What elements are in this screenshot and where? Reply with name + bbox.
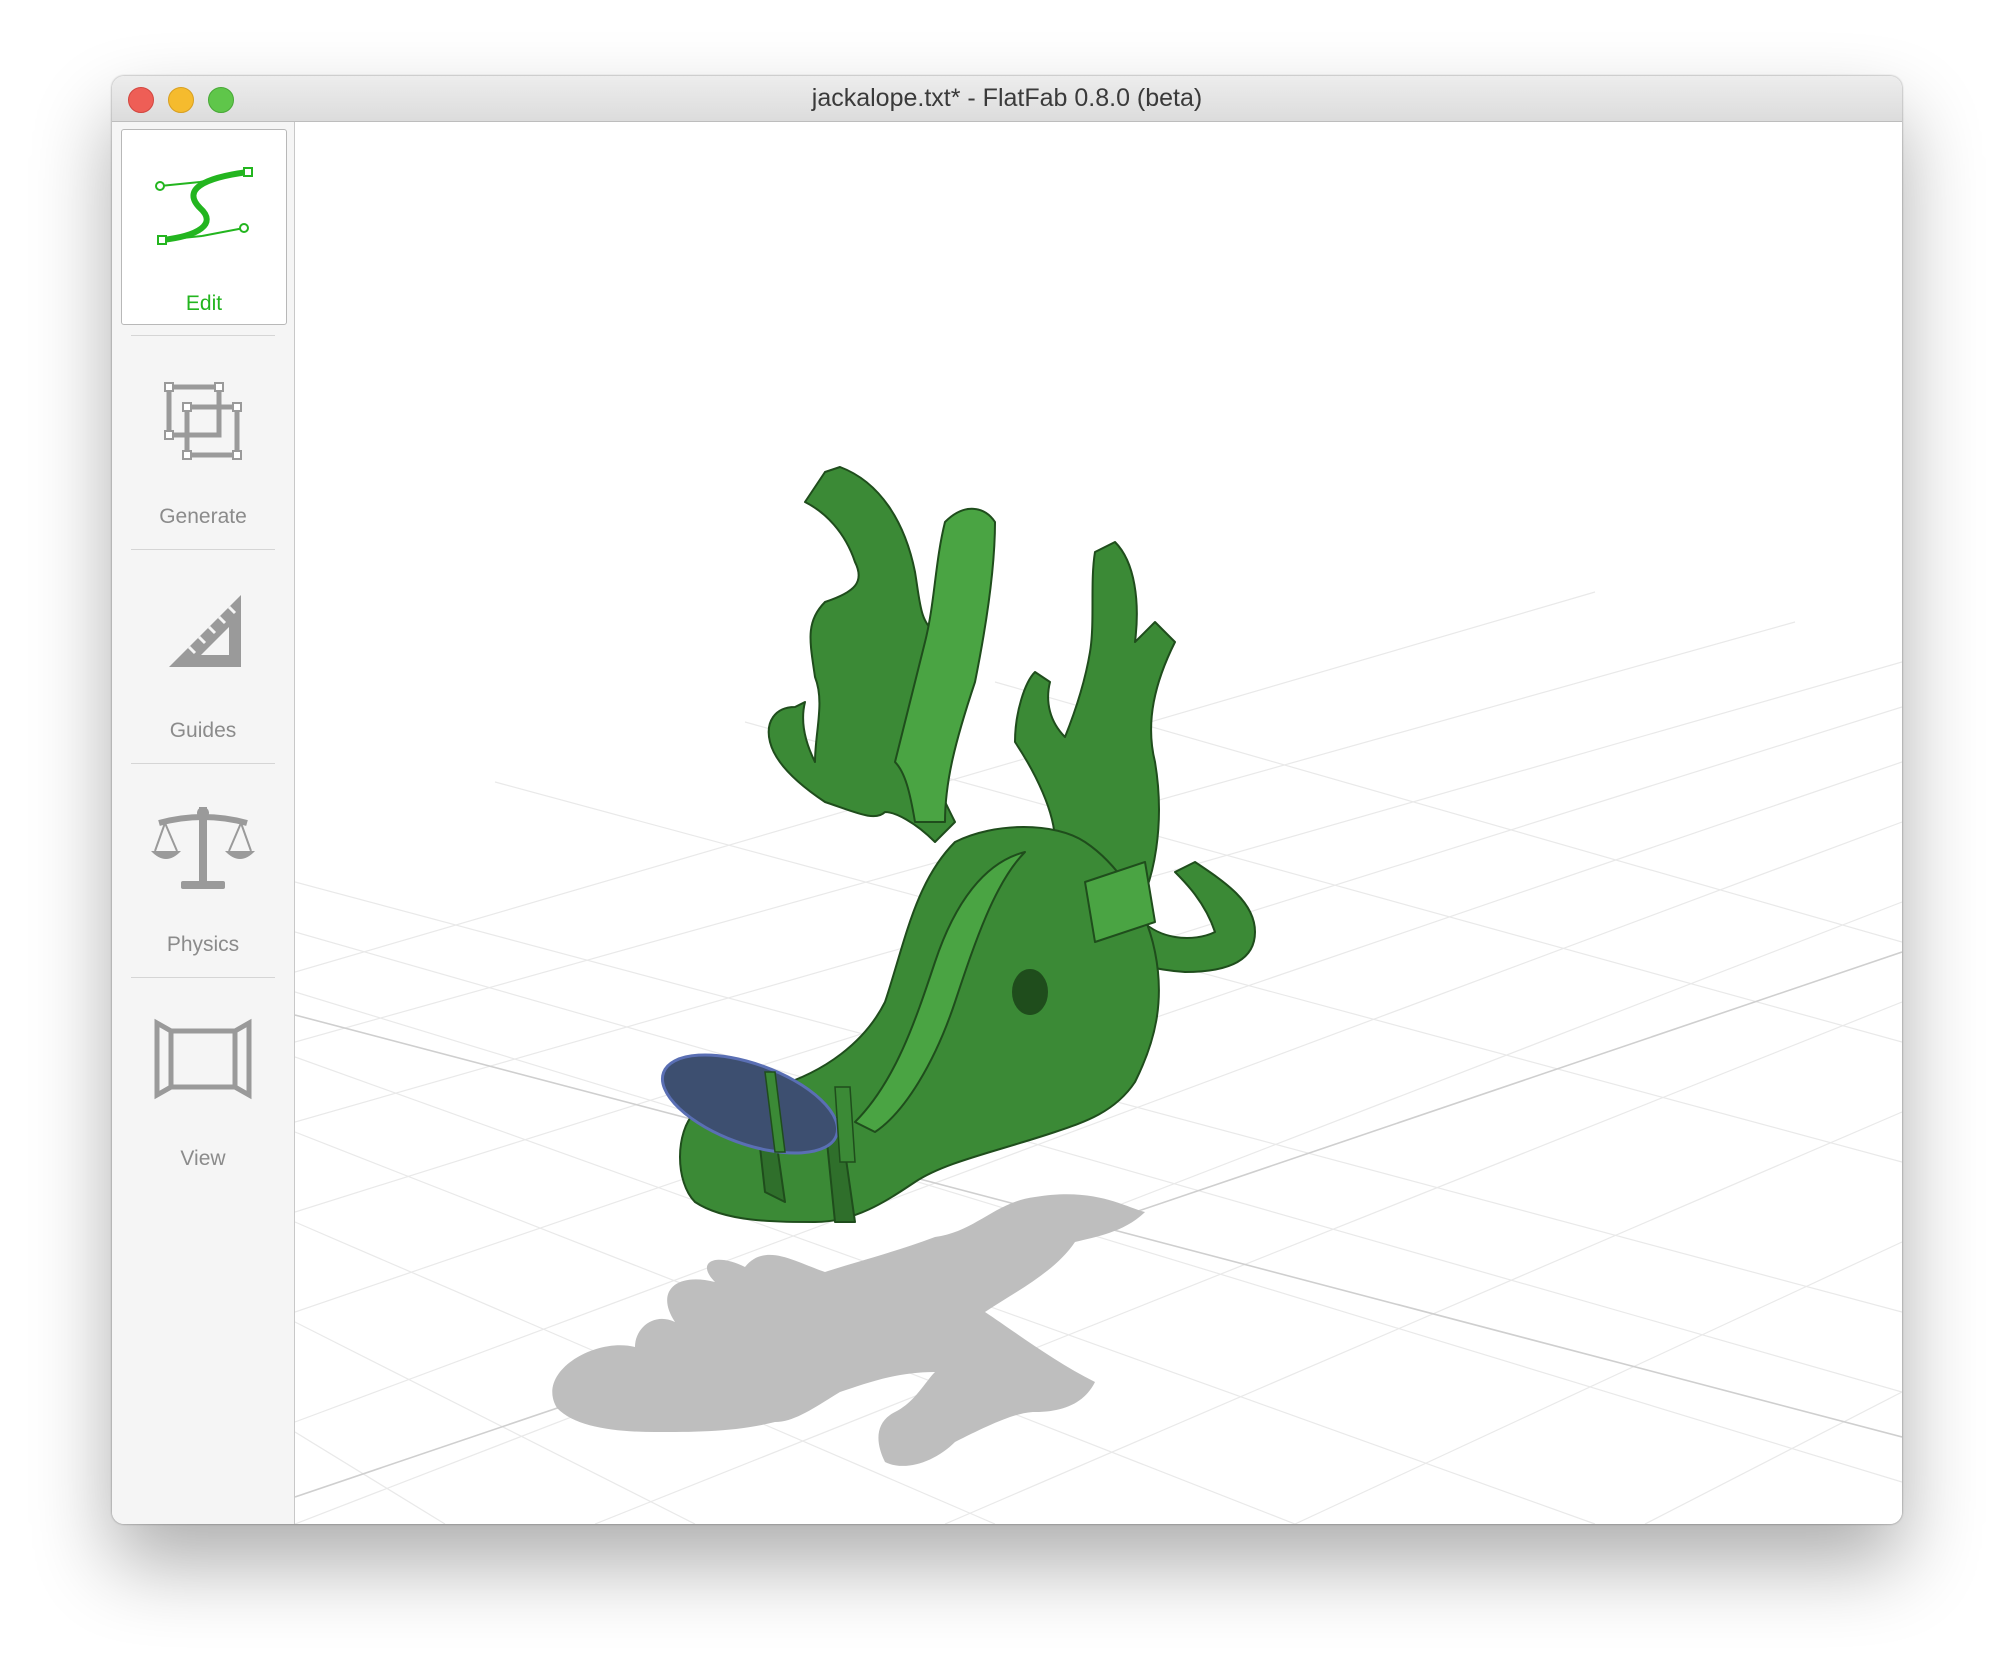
title-bar[interactable]: jackalope.txt* - FlatFab 0.8.0 (beta) (112, 76, 1902, 122)
bezier-curve-icon (155, 167, 253, 245)
tool-physics[interactable]: Physics (121, 771, 285, 965)
tool-guides-label: Guides (169, 719, 237, 742)
3d-scene (295, 466, 1902, 1524)
tool-edit-label: Edit (185, 292, 223, 315)
sidebar-divider (131, 977, 275, 978)
balance-scale-icon (151, 807, 255, 889)
window-title: jackalope.txt* - FlatFab 0.8.0 (beta) (811, 84, 1203, 112)
tool-view-label: View (180, 1147, 226, 1170)
sidebar-divider (131, 335, 275, 336)
tool-generate[interactable]: Generate (121, 343, 285, 537)
tool-edit[interactable]: Edit (121, 129, 287, 325)
sidebar-divider (131, 549, 275, 550)
tool-view[interactable]: View (121, 985, 285, 1179)
overlapping-squares-icon (164, 382, 242, 460)
tool-guides[interactable]: Guides (121, 557, 285, 751)
tool-physics-label: Physics (166, 933, 240, 956)
tool-sidebar: Edit Generate Guides Physics View (112, 122, 295, 1524)
sidebar-divider (131, 763, 275, 764)
view-frame-icon (154, 1018, 252, 1100)
tool-generate-label: Generate (159, 505, 247, 528)
3d-viewport[interactable] (295, 122, 1902, 1524)
app-window: jackalope.txt* - FlatFab 0.8.0 (beta) Ed… (112, 76, 1902, 1524)
set-square-ruler-icon (169, 595, 241, 667)
